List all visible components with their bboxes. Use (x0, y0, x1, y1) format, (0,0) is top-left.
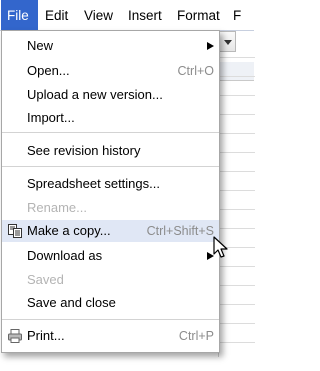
menu-item-shortcut: Ctrl+Shift+S (146, 224, 214, 238)
menu-item-shortcut: Ctrl+P (178, 329, 214, 343)
menu-item-new[interactable]: New (2, 35, 219, 57)
printer-icon (8, 329, 22, 343)
menu-item-label: Rename... (27, 200, 87, 215)
menu-item-label: New (27, 38, 54, 53)
menu-item-saved: Saved (2, 269, 219, 291)
menu-item-label: Import... (27, 110, 75, 125)
menu-format[interactable]: Format (177, 0, 220, 30)
menu-view[interactable]: View (84, 0, 113, 30)
menu-separator (2, 132, 219, 133)
submenu-arrow-icon (207, 42, 214, 50)
menu-item-open[interactable]: Open... Ctrl+O (2, 60, 219, 82)
menu-item-label: Upload a new version... (27, 87, 163, 102)
menu-edit[interactable]: Edit (45, 0, 68, 30)
mouse-cursor-icon (213, 236, 228, 258)
menu-bar: File Edit View Insert Format F (0, 0, 254, 31)
menu-item-import[interactable]: Import... (2, 107, 219, 129)
menu-item-label: Open... (27, 63, 70, 78)
menu-item-upload-new-version[interactable]: Upload a new version... (2, 84, 219, 106)
menu-form[interactable]: F (233, 0, 241, 30)
menu-separator (2, 166, 219, 167)
menu-item-label: Saved (27, 272, 64, 287)
copy-icon (8, 224, 22, 238)
menu-item-revision-history[interactable]: See revision history (2, 140, 219, 162)
menu-item-label: Download as (27, 248, 103, 263)
menu-item-label: Make a copy... (27, 223, 111, 238)
menu-item-save-and-close[interactable]: Save and close (2, 292, 219, 314)
menu-item-label: See revision history (27, 143, 141, 158)
file-menu-dropdown: New Open... Ctrl+O Upload a new version.… (1, 30, 220, 353)
menu-separator (2, 319, 219, 320)
menu-item-rename: Rename... (2, 197, 219, 219)
menu-item-label: Save and close (27, 295, 116, 310)
menu-insert[interactable]: Insert (128, 0, 162, 30)
toolbar-dropdown-button[interactable] (218, 31, 236, 52)
menu-file[interactable]: File (1, 0, 38, 30)
menu-item-spreadsheet-settings[interactable]: Spreadsheet settings... (2, 173, 219, 195)
menu-item-label: Spreadsheet settings... (27, 176, 160, 191)
menu-item-shortcut: Ctrl+O (177, 64, 214, 78)
menu-item-print[interactable]: Print... Ctrl+P (2, 325, 219, 347)
menu-item-download-as[interactable]: Download as (2, 245, 219, 267)
spreadsheet-grid[interactable] (218, 57, 255, 357)
menu-item-label: Print... (27, 328, 65, 343)
menu-item-make-a-copy[interactable]: Make a copy... Ctrl+Shift+S (2, 220, 219, 242)
